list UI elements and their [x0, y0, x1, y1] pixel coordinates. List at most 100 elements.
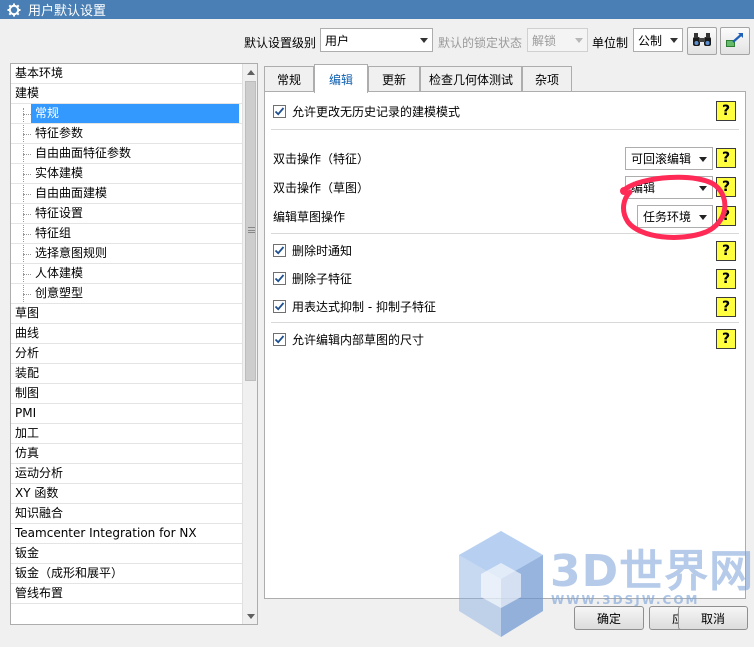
tree-item-sheet-metal[interactable]: 钣金	[11, 544, 243, 564]
help-icon[interactable]: ?	[716, 206, 736, 226]
tree-item-solid-modeling[interactable]: 实体建模	[11, 164, 243, 184]
tree-item-feature-group[interactable]: 特征组	[11, 224, 243, 244]
help-glyph: ?	[721, 243, 731, 259]
help-glyph: ?	[721, 179, 731, 195]
chevron-down-icon	[246, 613, 255, 619]
tree-item-feature-parameters[interactable]: 特征参数	[11, 124, 243, 144]
tree-item-feature-settings[interactable]: 特征设置	[11, 204, 243, 224]
tree-item-routing[interactable]: 管线布置	[11, 584, 243, 604]
tab-update[interactable]: 更新	[368, 66, 420, 92]
unit-select[interactable]: 公制	[633, 28, 683, 52]
help-glyph: ?	[721, 103, 731, 119]
tree-item-curve[interactable]: 曲线	[11, 324, 243, 344]
tree-item-label: 创意塑型	[35, 286, 84, 300]
chevron-down-icon	[699, 157, 707, 162]
divider	[271, 322, 739, 323]
tab-misc[interactable]: 杂项	[522, 66, 572, 92]
tab-general[interactable]: 常规	[264, 66, 314, 92]
tree-item-teamcenter-integration[interactable]: Teamcenter Integration for NX	[11, 524, 243, 544]
allow-no-history-checkbox[interactable]	[273, 104, 286, 118]
tree-item-assembly[interactable]: 装配	[11, 364, 243, 384]
tree-item-drafting[interactable]: 制图	[11, 384, 243, 404]
tree-item-selection-intent[interactable]: 选择意图规则	[11, 244, 243, 264]
help-icon[interactable]: ?	[716, 177, 736, 197]
option-allow-no-history[interactable]: 允许更改无历史记录的建模模式	[273, 100, 460, 122]
tree-item-sheet-metal-form-flatten[interactable]: 钣金（成形和展平）	[11, 564, 243, 584]
option-edit-internal-sketch-dims[interactable]: 允许编辑内部草图的尺寸	[273, 328, 424, 350]
tree-connector	[23, 194, 31, 195]
find-setting-button[interactable]	[687, 27, 717, 55]
option-expression-suppress[interactable]: 用表达式抑制 - 抑制子特征	[273, 295, 436, 317]
notify-on-delete-checkbox[interactable]	[273, 243, 286, 257]
tree-item-general[interactable]: 常规	[11, 104, 243, 124]
lock-value: 解锁	[532, 33, 557, 48]
tab-check-geometry[interactable]: 检查几何体测试	[420, 66, 522, 92]
edit-settings-panel: 允许更改无历史记录的建模模式 ? 双击操作（特征） 可回滚编辑 ? 双击操作（草…	[264, 91, 746, 599]
tree-item-modeling[interactable]: 建模	[11, 84, 243, 104]
tree-item-freeform-feature-parameters[interactable]: 自由曲面特征参数	[11, 144, 243, 164]
help-glyph: ?	[721, 208, 731, 224]
tree-item-simulation[interactable]: 仿真	[11, 444, 243, 464]
scroll-thumb[interactable]	[245, 81, 256, 381]
import-defaults-button[interactable]	[720, 27, 750, 55]
help-icon[interactable]: ?	[716, 269, 736, 289]
window-title: 用户默认设置	[28, 4, 107, 19]
tree-connector	[23, 234, 31, 235]
level-select[interactable]: 用户	[320, 28, 433, 52]
chevron-down-icon	[699, 186, 707, 191]
tree-item-label: 自由曲面建模	[35, 186, 108, 200]
ok-button[interactable]: 确定	[574, 606, 644, 630]
tree-item-motion-analysis[interactable]: 运动分析	[11, 464, 243, 484]
double-click-sketch-select[interactable]: 编辑	[625, 176, 713, 199]
tree-item-realize-shape[interactable]: 创意塑型	[11, 284, 243, 304]
help-icon[interactable]: ?	[716, 297, 736, 317]
tree-item-label: 草图	[15, 306, 40, 320]
tree-item-xy-function[interactable]: XY 函数	[11, 484, 243, 504]
cancel-label: 取消	[700, 611, 725, 626]
option-delete-children[interactable]: 删除子特征	[273, 267, 352, 289]
tree-item-label: 钣金（成形和展平）	[15, 566, 124, 580]
help-icon[interactable]: ?	[716, 101, 736, 121]
option-notify-on-delete[interactable]: 删除时通知	[273, 239, 352, 261]
edit-sketch-select[interactable]: 任务环境	[637, 205, 713, 228]
tree-item-analysis[interactable]: 分析	[11, 344, 243, 364]
tree-item-manufacturing[interactable]: 加工	[11, 424, 243, 444]
help-icon[interactable]: ?	[716, 241, 736, 261]
cancel-button[interactable]: 取消	[678, 606, 748, 630]
tree-item-knowledge-fusion[interactable]: 知识融合	[11, 504, 243, 524]
settings-toolbar: 默认设置级别 用户 默认的锁定状态 解锁 单位制 公制	[0, 27, 754, 55]
edit-sketch-label: 编辑草图操作	[273, 210, 346, 224]
tree-item-label: 常规	[31, 104, 239, 123]
ok-label: 确定	[596, 611, 621, 626]
lock-select[interactable]: 解锁	[527, 28, 588, 52]
help-icon[interactable]: ?	[716, 329, 736, 349]
tab-edit[interactable]: 编辑	[314, 64, 368, 93]
tree-scrollbar[interactable]	[242, 64, 257, 624]
scroll-up-button[interactable]	[243, 64, 257, 80]
checkmark-icon	[274, 106, 285, 117]
tree-item-label: PMI	[15, 406, 37, 420]
tree-item-label: 仿真	[15, 446, 40, 460]
expression-suppress-checkbox[interactable]	[273, 299, 286, 313]
tree-item-label: 选择意图规则	[35, 246, 108, 260]
tree-item-pmi[interactable]: PMI	[11, 404, 243, 424]
tree-item-freeform-modeling[interactable]: 自由曲面建模	[11, 184, 243, 204]
tab-label: 常规	[276, 73, 301, 87]
unit-value: 公制	[638, 33, 663, 48]
double-click-feature-select[interactable]: 可回滚编辑	[625, 147, 713, 170]
tab-label: 杂项	[534, 73, 559, 87]
tree-connector	[23, 174, 31, 175]
delete-children-checkbox[interactable]	[273, 271, 286, 285]
tree-item-human-modeling[interactable]: 人体建模	[11, 264, 243, 284]
chevron-down-icon	[699, 215, 707, 220]
help-icon[interactable]: ?	[716, 148, 736, 168]
checkmark-icon	[274, 245, 285, 256]
tree-item-basic-environment[interactable]: 基本环境	[11, 64, 243, 84]
expression-suppress-label: 用表达式抑制 - 抑制子特征	[292, 299, 436, 314]
scroll-down-button[interactable]	[243, 608, 257, 624]
edit-internal-sketch-dims-checkbox[interactable]	[273, 332, 286, 346]
checkmark-icon	[274, 301, 285, 312]
tree-item-label: 自由曲面特征参数	[35, 146, 132, 160]
allow-no-history-label: 允许更改无历史记录的建模模式	[292, 104, 461, 119]
tree-item-sketch[interactable]: 草图	[11, 304, 243, 324]
